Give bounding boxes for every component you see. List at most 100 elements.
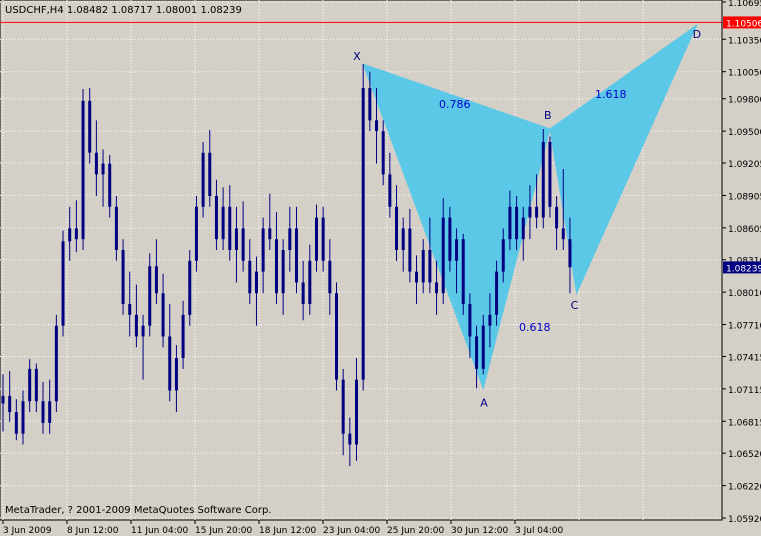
candle-body xyxy=(288,228,292,251)
candle-body xyxy=(201,152,205,207)
candle-body xyxy=(8,395,12,413)
x-tick-label: 8 Jun 12:00 xyxy=(67,526,119,536)
candle-body xyxy=(268,228,272,240)
candle-body xyxy=(248,260,252,294)
candle-body xyxy=(108,163,112,207)
candle-body xyxy=(281,250,285,294)
symbol-header: USDCHF,H4 1.08482 1.08717 1.08001 1.0823… xyxy=(5,5,242,16)
candle-body xyxy=(168,336,172,391)
candle-body xyxy=(254,271,258,294)
candle-body xyxy=(535,206,539,218)
x-tick-label: 3 Jun 2009 xyxy=(3,526,52,536)
candle-body xyxy=(555,206,559,229)
candle xyxy=(201,141,205,218)
x-tick-label: 18 Jun 12:00 xyxy=(259,526,316,536)
candle-body xyxy=(455,239,459,261)
y-tick-label: 1.09205 xyxy=(728,160,761,170)
candle xyxy=(335,282,338,391)
y-tick-label: 1.10350 xyxy=(728,36,761,46)
candle-body xyxy=(501,239,505,272)
candle-body xyxy=(148,266,152,326)
candle-body xyxy=(381,131,385,175)
candle xyxy=(194,195,198,272)
candle-body xyxy=(261,228,265,272)
candle-body xyxy=(294,228,298,283)
candle-body xyxy=(468,304,472,337)
candle-body xyxy=(121,250,125,305)
candle-body xyxy=(74,228,78,240)
y-tick-label: 1.10050 xyxy=(728,69,761,79)
y-tick-label: 1.07415 xyxy=(728,353,761,363)
y-tick-label: 1.07710 xyxy=(728,322,761,332)
candle-body xyxy=(208,152,212,196)
candle xyxy=(54,314,58,413)
candle-body xyxy=(61,241,65,326)
x-tick-label: 30 Jun 12:00 xyxy=(451,526,508,536)
time-axis[interactable]: 3 Jun 2009 8 Jun 12:00 11 Jun 04:00 15 Jun … xyxy=(2,520,564,536)
candle-body xyxy=(234,228,238,251)
candle-body xyxy=(368,87,372,121)
candle-body xyxy=(241,228,245,261)
candle-body xyxy=(161,293,165,337)
x-tick-label: 11 Jun 04:00 xyxy=(131,526,188,536)
candle-body xyxy=(41,401,45,423)
candle-body xyxy=(154,266,158,294)
candle-body xyxy=(228,206,232,251)
candle-body xyxy=(475,336,479,369)
copyright-text: MetaTrader, ? 2001-2009 MetaQuotes Softw… xyxy=(5,505,271,516)
y-tick-label: 1.08605 xyxy=(728,225,761,235)
ratio-label: 0.618 xyxy=(519,321,551,334)
candle-body xyxy=(314,217,318,261)
candle-body xyxy=(134,314,138,337)
candle-body xyxy=(28,368,32,402)
candle-body xyxy=(541,141,545,218)
candle-body xyxy=(94,152,98,175)
candle-body xyxy=(128,304,132,315)
point-label-b: B xyxy=(544,109,552,122)
candle-body xyxy=(441,217,445,294)
candle-body xyxy=(321,217,325,261)
candle-body xyxy=(481,325,485,369)
candle-body xyxy=(488,314,492,326)
x-tick-label: 23 Jun 04:00 xyxy=(323,526,380,536)
candle-body xyxy=(521,217,525,240)
candle-body xyxy=(355,379,359,445)
y-tick-label: 1.05920 xyxy=(728,515,761,525)
candle-body xyxy=(335,293,338,380)
candle-body xyxy=(181,314,185,359)
candle xyxy=(61,230,65,337)
chart-window: X A B C D 0.786 0.618 1.618 1.10695 1.10350 1.100… xyxy=(0,0,761,536)
candle-body xyxy=(348,433,352,445)
y-tick-label: 1.08905 xyxy=(728,192,761,202)
candle-body xyxy=(528,206,532,218)
y-tick-label: 1.06520 xyxy=(728,450,761,460)
candle-body xyxy=(308,260,312,305)
price-axis[interactable]: 1.10695 1.10350 1.10050 1.09800 1.09500 1.092… xyxy=(721,0,761,525)
candle-body xyxy=(1,395,5,404)
point-label-c: C xyxy=(571,299,579,312)
y-tick-label: 1.06815 xyxy=(728,418,761,428)
candle-body xyxy=(448,217,452,261)
candle xyxy=(188,250,192,326)
candle-body xyxy=(81,100,85,240)
candle-body xyxy=(14,412,18,434)
candle-body xyxy=(34,368,38,402)
candle-body xyxy=(174,358,178,391)
candle-body xyxy=(341,379,345,434)
candle-body xyxy=(101,163,105,175)
price-chart[interactable]: X A B C D 0.786 0.618 1.618 1.10695 1.10350 1.100… xyxy=(0,0,761,536)
candle-body xyxy=(114,206,118,251)
candle-body xyxy=(188,260,192,315)
x-tick-label: 3 Jul 04:00 xyxy=(515,526,564,536)
candle-body xyxy=(361,87,365,380)
candle-body xyxy=(421,250,425,283)
point-label-x: X xyxy=(353,50,361,63)
x-tick-label: 25 Jun 20:00 xyxy=(387,526,444,536)
candle-body xyxy=(515,206,519,240)
candle-body xyxy=(48,401,52,423)
candle-body xyxy=(495,271,499,315)
candle-body xyxy=(68,228,72,242)
candle-body xyxy=(221,206,225,240)
candle-body xyxy=(214,195,218,240)
candle-body xyxy=(408,228,412,272)
